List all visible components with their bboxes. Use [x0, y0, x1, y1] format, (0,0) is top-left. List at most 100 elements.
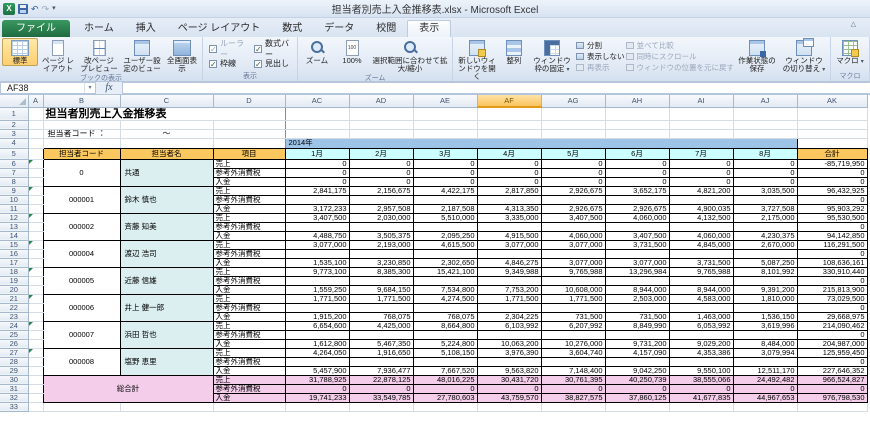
row-header-16[interactable]: 16 — [0, 249, 28, 258]
cell[interactable] — [605, 402, 669, 411]
value-cell[interactable] — [605, 195, 669, 204]
value-cell[interactable]: 0 — [477, 384, 541, 393]
value-cell[interactable]: 1,916,650 — [349, 348, 413, 357]
value-cell[interactable]: 4,821,200 — [669, 186, 733, 195]
column-header-C[interactable]: C — [120, 95, 213, 107]
code-cell[interactable]: 000001 — [43, 186, 120, 213]
row-header-31[interactable]: 31 — [0, 384, 28, 393]
cell[interactable] — [28, 402, 43, 411]
value-cell[interactable]: 9,042,250 — [605, 366, 669, 375]
new-window-button[interactable]: 新しいウィンドウを開く — [455, 38, 499, 82]
value-cell[interactable]: 0 — [541, 159, 605, 168]
value-cell[interactable]: 31,788,925 — [285, 375, 349, 384]
cell[interactable] — [285, 120, 349, 129]
value-cell[interactable]: 3,731,500 — [605, 240, 669, 249]
value-cell[interactable] — [669, 330, 733, 339]
value-cell[interactable]: 3,079,994 — [733, 348, 797, 357]
row-header-1[interactable]: 1 — [0, 107, 28, 120]
item-cell[interactable]: 売上 — [213, 159, 285, 168]
cell[interactable] — [797, 107, 867, 120]
row-header-22[interactable]: 22 — [0, 303, 28, 312]
cell[interactable] — [28, 393, 43, 402]
item-cell[interactable]: 参考外消費税 — [213, 276, 285, 285]
value-cell[interactable] — [477, 249, 541, 258]
name-cell[interactable]: 渡辺 浩司 — [120, 240, 213, 267]
item-cell[interactable]: 参考外消費税 — [213, 168, 285, 177]
value-cell[interactable]: 3,035,500 — [733, 186, 797, 195]
value-cell[interactable]: 3,077,000 — [285, 240, 349, 249]
row-header-30[interactable]: 30 — [0, 375, 28, 384]
value-cell[interactable]: 9,349,988 — [477, 267, 541, 276]
value-cell[interactable]: 2,926,675 — [541, 186, 605, 195]
header-name-cell[interactable]: 担当者名 — [120, 148, 213, 159]
value-cell[interactable]: 7,753,200 — [477, 285, 541, 294]
cell[interactable] — [28, 107, 43, 120]
name-cell[interactable]: 浜田 哲也 — [120, 321, 213, 348]
value-cell[interactable]: 4,488,750 — [285, 231, 349, 240]
item-cell[interactable]: 売上 — [213, 240, 285, 249]
cell[interactable] — [120, 402, 213, 411]
value-cell[interactable]: 27,780,603 — [413, 393, 477, 402]
tab-review[interactable]: 校閲 — [365, 20, 407, 37]
value-cell[interactable]: 4,583,000 — [669, 294, 733, 303]
item-cell[interactable]: 入金 — [213, 312, 285, 321]
cell[interactable] — [28, 159, 43, 168]
value-cell[interactable]: 1,771,500 — [541, 294, 605, 303]
cell[interactable] — [541, 402, 605, 411]
value-cell[interactable]: 330,910,440 — [797, 267, 867, 276]
value-cell[interactable]: 6,053,992 — [669, 321, 733, 330]
value-cell[interactable]: 0 — [285, 384, 349, 393]
cell[interactable] — [541, 107, 605, 120]
code-cell[interactable]: 000004 — [43, 240, 120, 267]
hide-window-button[interactable]: 表示しない — [576, 51, 625, 61]
cell[interactable] — [413, 120, 477, 129]
row-header-10[interactable]: 10 — [0, 195, 28, 204]
page-layout-view-button[interactable]: ページ レイアウト — [39, 38, 77, 74]
row-header-4[interactable]: 4 — [0, 138, 28, 148]
value-cell[interactable]: 9,563,820 — [477, 366, 541, 375]
value-cell[interactable]: 0 — [285, 159, 349, 168]
value-cell[interactable]: 13,296,984 — [605, 267, 669, 276]
value-cell[interactable]: 0 — [669, 177, 733, 186]
formula-input[interactable] — [122, 82, 870, 94]
value-cell[interactable]: 0 — [413, 159, 477, 168]
value-cell[interactable]: 7,936,477 — [349, 366, 413, 375]
cell[interactable] — [120, 138, 213, 148]
value-cell[interactable] — [605, 222, 669, 231]
value-cell[interactable]: 0 — [477, 168, 541, 177]
minimize-ribbon-icon[interactable]: △ — [851, 20, 856, 28]
value-cell[interactable]: 38,555,066 — [669, 375, 733, 384]
item-cell[interactable]: 売上 — [213, 267, 285, 276]
value-cell[interactable]: 3,230,850 — [349, 258, 413, 267]
value-cell[interactable]: 0 — [733, 159, 797, 168]
item-cell[interactable]: 入金 — [213, 258, 285, 267]
cell[interactable] — [28, 240, 43, 249]
value-cell[interactable]: 3,077,000 — [541, 258, 605, 267]
value-cell[interactable]: 9,550,100 — [669, 366, 733, 375]
cell[interactable] — [28, 195, 43, 204]
code-cell[interactable]: 000005 — [43, 267, 120, 294]
value-cell[interactable]: 96,432,925 — [797, 186, 867, 195]
value-cell[interactable]: 2,670,000 — [733, 240, 797, 249]
row-header-24[interactable]: 24 — [0, 321, 28, 330]
tab-file[interactable]: ファイル — [2, 20, 70, 37]
item-cell[interactable]: 入金 — [213, 177, 285, 186]
redo-icon[interactable]: ↷ — [42, 4, 50, 14]
column-header-AE[interactable]: AE — [413, 95, 477, 107]
value-cell[interactable]: 2,187,508 — [413, 204, 477, 213]
value-cell[interactable]: 4,353,386 — [669, 348, 733, 357]
tab-formulas[interactable]: 数式 — [271, 20, 313, 37]
item-cell[interactable]: 参考外消費税 — [213, 195, 285, 204]
value-cell[interactable]: 8,664,800 — [413, 321, 477, 330]
value-cell[interactable]: 116,291,500 — [797, 240, 867, 249]
value-cell[interactable]: 0 — [797, 276, 867, 285]
full-screen-button[interactable]: 全画面表示 — [164, 38, 200, 74]
value-cell[interactable]: 0 — [349, 168, 413, 177]
value-cell[interactable]: 0 — [349, 177, 413, 186]
value-cell[interactable]: 48,016,225 — [413, 375, 477, 384]
row-header-11[interactable]: 11 — [0, 204, 28, 213]
value-cell[interactable]: 108,636,161 — [797, 258, 867, 267]
value-cell[interactable]: 1,536,150 — [733, 312, 797, 321]
value-cell[interactable]: 0 — [797, 222, 867, 231]
cell[interactable] — [28, 213, 43, 222]
